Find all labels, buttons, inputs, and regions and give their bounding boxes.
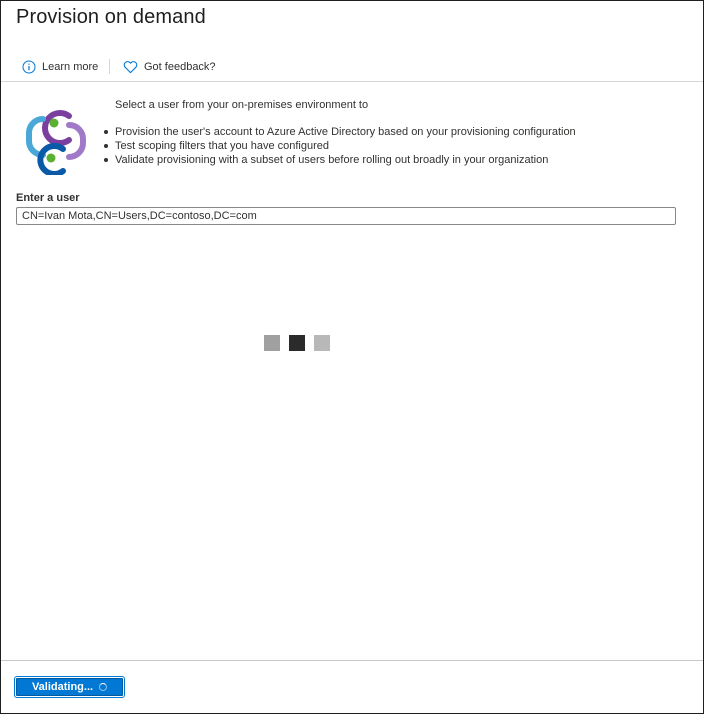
list-item: Provision the user's account to Azure Ac… — [102, 125, 576, 139]
list-item: Validate provisioning with a subset of u… — [102, 153, 576, 167]
loading-indicator — [264, 335, 334, 351]
page-title: Provision on demand — [16, 6, 206, 28]
feedback-label: Got feedback? — [144, 61, 216, 73]
feedback-button[interactable]: Got feedback? — [123, 57, 216, 77]
learn-more-label: Learn more — [42, 61, 99, 73]
info-icon — [22, 60, 36, 74]
toolbar-divider — [109, 59, 110, 74]
capability-list: Provision the user's account to Azure Ac… — [102, 125, 576, 167]
intro-text: Select a user from your on-premises envi… — [115, 99, 369, 111]
command-bar: Learn more Got feedback? — [1, 57, 703, 82]
provisioning-sync-logo — [23, 105, 89, 177]
user-field-label: Enter a user — [16, 192, 80, 204]
spinner-icon — [99, 683, 108, 691]
loading-dot — [289, 335, 305, 351]
loading-dot — [314, 335, 330, 351]
user-input[interactable] — [16, 207, 676, 225]
heart-icon — [123, 60, 138, 74]
learn-more-button[interactable]: Learn more — [22, 57, 98, 77]
validate-button-label: Validating... — [31, 681, 94, 693]
validate-button[interactable]: Validating... — [14, 676, 125, 698]
list-item: Test scoping filters that you have confi… — [102, 139, 576, 153]
provision-on-demand-panel: Provision on demand Learn more Got feedb… — [0, 0, 704, 714]
loading-dot — [264, 335, 280, 351]
footer-divider — [1, 660, 703, 661]
